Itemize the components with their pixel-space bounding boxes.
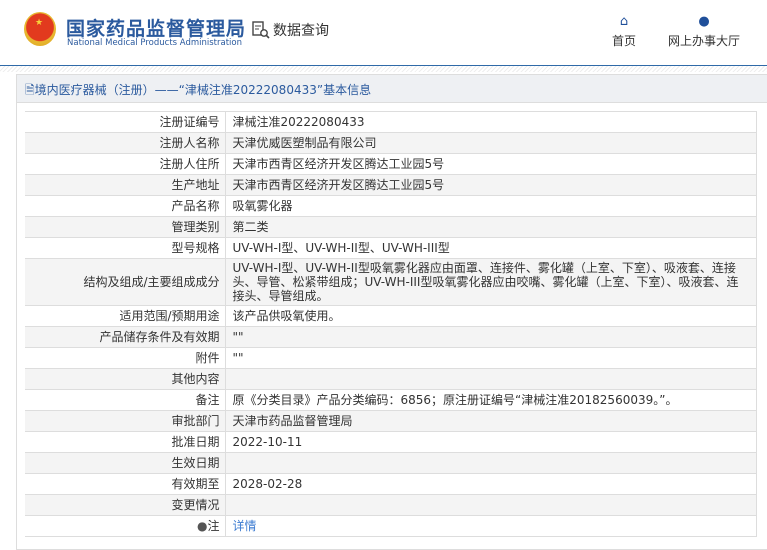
row-label: 审批部门 — [25, 410, 226, 432]
nav-home-label: 首页 — [612, 34, 637, 48]
table-row: 注册人名称 天津优威医塑制品有限公司 — [25, 132, 757, 154]
table-row: 适用范围/预期用途 该产品供吸氧使用。 — [25, 305, 757, 327]
row-value: 吸氧雾化器 — [225, 195, 757, 217]
row-value: 2028-02-28 — [225, 473, 757, 495]
row-value: "" — [225, 347, 757, 369]
data-query-label: 数据查询 — [273, 23, 329, 39]
table-row: 审批部门 天津市药品监督管理局 — [25, 410, 757, 432]
row-value: 第二类 — [225, 216, 757, 238]
table-row: 产品名称 吸氧雾化器 — [25, 195, 757, 217]
row-label: 有效期至 — [25, 473, 226, 495]
details-link[interactable]: 详情 — [233, 519, 257, 533]
table-row-note: ●注 详情 — [25, 515, 757, 537]
table-row: 备注 原《分类目录》产品分类编码：6856；原注册证编号“津械注准20182560… — [25, 389, 757, 411]
row-label: 管理类别 — [25, 216, 226, 238]
table-row: 附件 "" — [25, 347, 757, 369]
table-row: 结构及组成/主要组成成分 UV-WH-I型、UV-WH-II型吸氧雾化器应由面罩、… — [25, 258, 757, 306]
row-label: 注册人住所 — [25, 153, 226, 175]
table-row: 生产地址 天津市西青区经济开发区腾达工业园5号 — [25, 174, 757, 196]
nav-online-service-label: 网上办事大厅 — [668, 34, 741, 48]
info-table: 注册证编号 津械注准20222080433 注册人名称 天津优威医塑制品有限公司 注册人… — [25, 111, 757, 537]
site-subtitle: National Medical Products Administration — [67, 38, 242, 48]
panel-header: 🗎境内医疗器械（注册）——“津械注准20222080433”基本信息 — [17, 75, 767, 103]
row-label: 附件 — [25, 347, 226, 369]
row-value — [225, 494, 757, 516]
document-search-icon — [252, 21, 270, 39]
row-label: 注册人名称 — [25, 132, 226, 154]
row-label: 产品名称 — [25, 195, 226, 217]
row-value: 天津优威医塑制品有限公司 — [225, 132, 757, 154]
row-value: 天津市西青区经济开发区腾达工业园5号 — [225, 174, 757, 196]
row-value: 原《分类目录》产品分类编码：6856；原注册证编号“津械注准2018256003… — [225, 389, 757, 411]
national-emblem-logo: ★ — [24, 12, 56, 46]
row-label: 生产地址 — [25, 174, 226, 196]
row-value: 该产品供吸氧使用。 — [225, 305, 757, 327]
user-icon: ● — [698, 14, 710, 29]
table-row: 变更情况 — [25, 494, 757, 516]
detail-panel: 🗎境内医疗器械（注册）——“津械注准20222080433”基本信息 注册证编号… — [16, 74, 767, 550]
note-label: 注 — [207, 519, 220, 533]
row-label: 结构及组成/主要组成成分 — [25, 258, 226, 306]
row-label: 型号规格 — [25, 237, 226, 259]
row-value: 津械注准20222080433 — [225, 111, 757, 133]
table-row: 产品储存条件及有效期 "" — [25, 326, 757, 348]
table-row: 注册证编号 津械注准20222080433 — [25, 111, 757, 133]
nav-online-service-hall[interactable]: ● 网上办事大厅 — [668, 14, 740, 49]
row-value: UV-WH-I型、UV-WH-II型吸氧雾化器应由面罩、连接件、雾化罐（上室、下… — [225, 258, 757, 306]
home-icon: ⌂ — [619, 14, 629, 29]
row-value: 天津市西青区经济开发区腾达工业园5号 — [225, 153, 757, 175]
row-value — [225, 368, 757, 390]
site-title: 国家药品监督管理局 — [66, 18, 247, 40]
row-label: ●注 — [25, 515, 226, 537]
table-row: 管理类别 第二类 — [25, 216, 757, 238]
table-row: 有效期至 2028-02-28 — [25, 473, 757, 495]
table-row: 注册人住所 天津市西青区经济开发区腾达工业园5号 — [25, 153, 757, 175]
divider — [0, 66, 767, 72]
row-label: 批准日期 — [25, 431, 226, 453]
table-row: 生效日期 — [25, 452, 757, 474]
row-label: 备注 — [25, 389, 226, 411]
row-value: 详情 — [225, 515, 757, 537]
pin-icon: ● — [197, 519, 208, 533]
table-row: 型号规格 UV-WH-I型、UV-WH-II型、UV-WH-III型 — [25, 237, 757, 259]
panel-title: 境内医疗器械（注册）——“津械注准20222080433”基本信息 — [34, 83, 372, 97]
row-label: 变更情况 — [25, 494, 226, 516]
row-label: 其他内容 — [25, 368, 226, 390]
table-row: 其他内容 — [25, 368, 757, 390]
row-value: UV-WH-I型、UV-WH-II型、UV-WH-III型 — [225, 237, 757, 259]
data-query-link[interactable]: 数据查询 — [252, 20, 329, 40]
row-label: 适用范围/预期用途 — [25, 305, 226, 327]
row-label: 产品储存条件及有效期 — [25, 326, 226, 348]
site-header: ★ 国家药品监督管理局 National Medical Products Ad… — [0, 0, 767, 66]
nav-home[interactable]: ⌂ 首页 — [612, 14, 636, 49]
row-label: 生效日期 — [25, 452, 226, 474]
row-value: 2022-10-11 — [225, 431, 757, 453]
document-icon: 🗎 — [25, 83, 35, 97]
row-value: "" — [225, 326, 757, 348]
row-value — [225, 452, 757, 474]
row-label: 注册证编号 — [25, 111, 226, 133]
row-value: 天津市药品监督管理局 — [225, 410, 757, 432]
table-row: 批准日期 2022-10-11 — [25, 431, 757, 453]
